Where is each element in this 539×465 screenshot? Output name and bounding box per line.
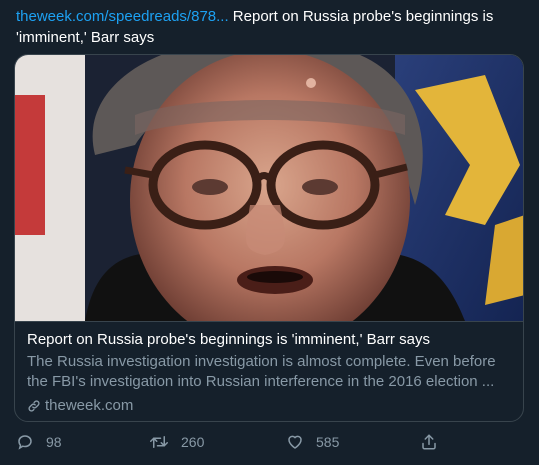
card-photo xyxy=(15,55,523,321)
card-domain: theweek.com xyxy=(27,396,511,416)
card-description: The Russia investigation investigation i… xyxy=(27,353,496,390)
card-body: Report on Russia probe's beginnings is '… xyxy=(15,321,523,421)
card-image[interactable] xyxy=(15,55,523,321)
retweet-count: 260 xyxy=(181,434,205,450)
retweet-icon xyxy=(149,433,169,451)
heart-icon xyxy=(286,433,304,451)
like-count: 585 xyxy=(316,434,340,450)
like-button[interactable]: 585 xyxy=(286,433,339,451)
reply-count: 98 xyxy=(46,434,62,450)
share-button[interactable] xyxy=(420,433,438,451)
reply-button[interactable]: 98 xyxy=(16,433,62,451)
tweet-url-link[interactable]: theweek.com/speedreads/878... xyxy=(16,8,229,25)
retweet-button[interactable]: 260 xyxy=(149,433,204,451)
tweet-text: theweek.com/speedreads/878... Report on … xyxy=(16,6,523,48)
card-domain-text: theweek.com xyxy=(45,397,134,414)
link-preview-card[interactable]: Report on Russia probe's beginnings is '… xyxy=(14,54,524,422)
card-title: Report on Russia probe's beginnings is '… xyxy=(27,331,430,348)
reply-icon xyxy=(16,433,34,451)
link-icon xyxy=(27,399,41,413)
tweet-actions: 98 260 585 xyxy=(16,430,456,454)
tweet: theweek.com/speedreads/878... Report on … xyxy=(0,0,539,465)
share-icon xyxy=(420,433,438,451)
